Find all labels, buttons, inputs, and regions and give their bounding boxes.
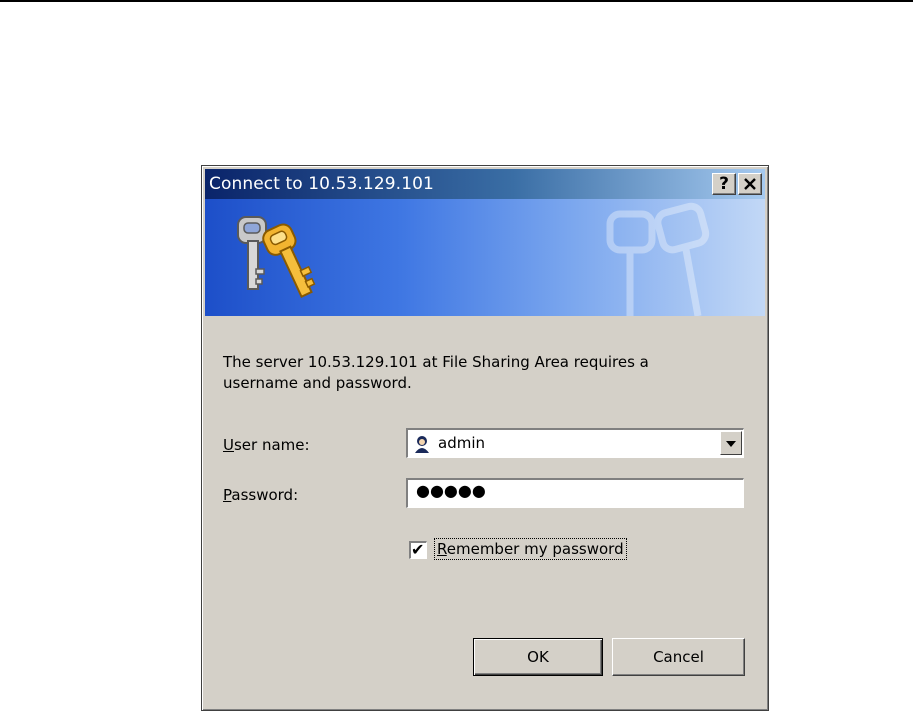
password-value[interactable]: ●●●●● <box>416 481 486 500</box>
window-title: Connect to 10.53.129.101 <box>209 174 434 194</box>
chevron-down-icon <box>726 441 736 447</box>
close-icon <box>744 178 756 190</box>
remember-password-checkbox[interactable]: ✔ <box>409 540 427 559</box>
password-label: Password: <box>223 486 298 504</box>
checkmark-icon: ✔ <box>411 540 425 559</box>
top-rule <box>0 0 913 2</box>
close-button[interactable] <box>738 173 762 195</box>
user-icon <box>415 436 429 453</box>
banner <box>205 199 765 316</box>
username-label: User name: <box>223 436 310 454</box>
username-label-accel: U <box>223 436 234 454</box>
help-icon: ? <box>719 174 729 194</box>
username-combobox[interactable]: admin <box>406 428 744 458</box>
connect-dialog: Connect to 10.53.129.101 ? The server 10… <box>201 165 769 711</box>
watermark-keys-icon <box>606 202 710 316</box>
keys-icon <box>237 216 316 298</box>
title-bar[interactable]: Connect to 10.53.129.101 ? <box>205 169 765 199</box>
ok-button[interactable]: OK <box>473 638 603 676</box>
help-button[interactable]: ? <box>712 173 736 195</box>
remember-accel: R <box>437 540 447 558</box>
cancel-button[interactable]: Cancel <box>612 638 745 676</box>
message-text: The server 10.53.129.101 at File Sharing… <box>223 353 649 392</box>
username-value[interactable]: admin <box>438 434 485 452</box>
password-field[interactable]: ●●●●● <box>406 478 744 508</box>
username-label-rest: ser name: <box>233 436 310 454</box>
username-dropdown-button[interactable] <box>720 431 742 455</box>
remember-rest: emember my password <box>446 540 624 558</box>
password-label-rest: assword: <box>231 486 299 504</box>
remember-password-label[interactable]: Remember my password <box>434 538 627 560</box>
